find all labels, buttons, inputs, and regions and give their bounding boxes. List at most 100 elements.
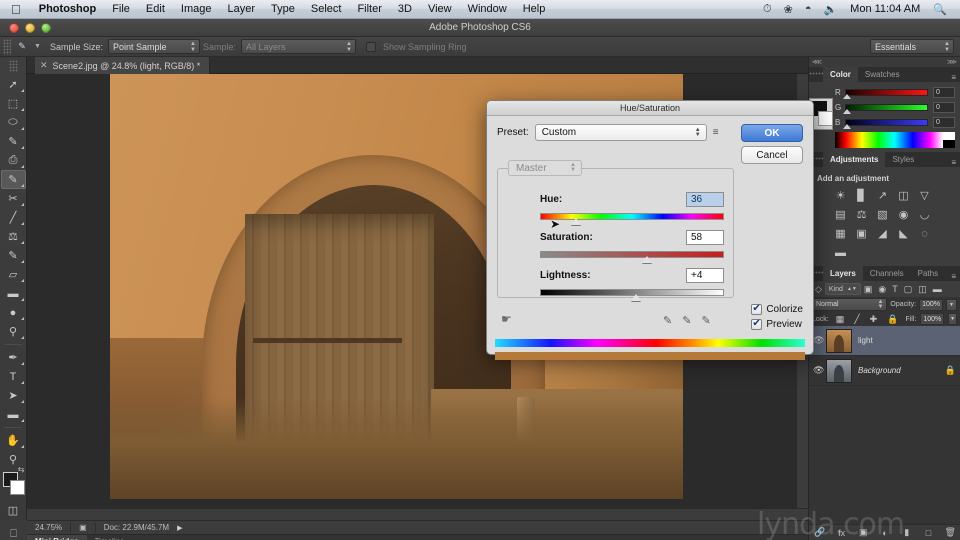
pixel-filter-icon[interactable]: ▣ — [861, 284, 876, 295]
layer-name[interactable]: light — [858, 336, 956, 345]
marquee-tool[interactable]: ⬚ — [1, 94, 26, 113]
panel-collapse-bar[interactable]: ⋘ ⋙ — [809, 57, 960, 67]
photo-filter-icon[interactable]: ◉ — [893, 205, 914, 224]
cancel-button[interactable]: Cancel — [741, 146, 803, 164]
brush-tool[interactable]: ╱ — [1, 208, 26, 227]
show-sampling-ring-checkbox[interactable] — [366, 41, 376, 52]
type-tool[interactable]: T — [1, 367, 26, 386]
menu-item-type[interactable]: Type — [263, 3, 303, 15]
menu-item-view[interactable]: View — [420, 3, 460, 15]
dodge-tool[interactable]: ⚲ — [1, 322, 26, 341]
red-value[interactable]: 0 — [933, 87, 955, 98]
menu-item-edit[interactable]: Edit — [138, 3, 173, 15]
quick-mask-icon[interactable]: ◫ — [1, 501, 26, 520]
new-layer-icon[interactable]: □ — [918, 528, 940, 538]
layer-name[interactable]: Background — [858, 366, 945, 375]
quick-selection-tool[interactable]: ✎ — [1, 132, 26, 151]
blue-slider[interactable] — [843, 119, 928, 129]
swap-colors-icon[interactable]: ⇆ — [18, 465, 25, 474]
saturation-slider-thumb[interactable] — [641, 256, 652, 263]
eraser-tool[interactable]: ▱ — [1, 265, 26, 284]
lasso-tool[interactable]: ⬭ — [1, 113, 26, 132]
history-brush-tool[interactable]: ✎ — [1, 246, 26, 265]
curves-icon[interactable]: ↗ — [872, 186, 893, 205]
menu-item-select[interactable]: Select — [303, 3, 350, 15]
gradient-map-icon[interactable]: ◌ — [914, 224, 935, 243]
volume-icon[interactable]: 🔈 — [817, 3, 843, 16]
tool-preset-chevron-down-icon[interactable]: ▼ — [33, 43, 47, 50]
options-bar-gripper[interactable] — [3, 38, 11, 55]
levels-icon[interactable]: ▊ — [851, 186, 872, 205]
lightness-input[interactable]: +4 — [686, 268, 724, 283]
color-panel-gripper[interactable] — [809, 67, 823, 82]
color-channel-g[interactable]: G 0 — [835, 101, 955, 114]
preview-icon[interactable]: ▣ — [71, 523, 95, 532]
document-tab[interactable]: ✕ Scene2.jpg @ 24.8% (light, RGB/8) * — [35, 57, 211, 74]
eyedropper-icon[interactable]: ✎ — [663, 314, 672, 327]
eyedropper-tool[interactable]: ✎ — [0, 170, 26, 189]
vibrance-icon[interactable]: ▽ — [914, 186, 935, 205]
background-color-swatch[interactable] — [9, 480, 25, 495]
path-selection-tool[interactable]: ➤ — [1, 386, 26, 405]
opacity-stepper[interactable]: ▼ — [946, 298, 957, 311]
shape-filter-icon[interactable]: ▢ — [901, 284, 916, 295]
crop-tool[interactable]: ⎙ — [1, 151, 26, 170]
lightness-slider[interactable] — [540, 289, 724, 301]
close-icon[interactable]: ✕ — [40, 60, 48, 71]
color-lookup-icon[interactable]: ▦ — [830, 224, 851, 243]
color-swatches[interactable]: ⇆ — [1, 465, 26, 497]
pen-tool[interactable]: ✒ — [1, 348, 26, 367]
rectangle-tool[interactable]: ▬ — [1, 405, 26, 424]
collapse-right-icon[interactable]: ⋙ — [947, 58, 957, 66]
colorize-row[interactable]: Colorize — [751, 302, 803, 317]
menu-item-3d[interactable]: 3D — [390, 3, 420, 15]
white-black-strip[interactable] — [943, 132, 955, 148]
move-tool[interactable]: ➚ — [1, 75, 26, 94]
panel-menu-icon[interactable]: ≡ — [951, 158, 960, 167]
eyedropper-icon[interactable]: ✎ — [11, 38, 33, 56]
menu-item-window[interactable]: Window — [460, 3, 515, 15]
type-filter-icon[interactable]: T — [889, 284, 901, 294]
red-slider[interactable] — [843, 89, 928, 99]
brightness-contrast-icon[interactable]: ☀ — [830, 186, 851, 205]
hue-saturation-icon[interactable]: ▤ — [830, 205, 851, 224]
tab-styles[interactable]: Styles — [885, 152, 921, 167]
layer-visibility-icon[interactable]: 👁 — [813, 365, 826, 376]
bluetooth-icon[interactable]: ❀ — [778, 3, 799, 16]
lock-transparency-icon[interactable]: ▦ — [833, 314, 848, 325]
screen-mode-icon[interactable]: ⎕ — [0, 520, 27, 540]
posterize-icon[interactable]: ◢ — [872, 224, 893, 243]
clone-stamp-tool[interactable]: ⚖ — [1, 227, 26, 246]
hand-icon[interactable]: ☛ — [501, 312, 512, 326]
wifi-icon[interactable]: ◓ — [799, 3, 818, 15]
layer-filter-kind-select[interactable]: Kind ▲▼ — [824, 283, 861, 295]
green-slider[interactable] — [843, 104, 928, 114]
filter-toggle-icon[interactable]: ▬ — [930, 284, 945, 294]
hand-tool[interactable]: ✋ — [1, 431, 26, 450]
fill-stepper[interactable]: ▼ — [948, 313, 957, 325]
time-machine-icon[interactable]: ⏱ — [757, 3, 778, 16]
menu-item-image[interactable]: Image — [173, 3, 220, 15]
tab-adjustments[interactable]: Adjustments — [823, 152, 886, 167]
lightness-slider-thumb[interactable] — [630, 294, 641, 301]
table-row[interactable]: 👁 light — [809, 326, 960, 356]
ok-button[interactable]: OK — [741, 124, 803, 142]
menu-bar-clock[interactable]: Mon 11:04 AM — [843, 3, 927, 15]
color-balance-icon[interactable]: ⚖ — [851, 205, 872, 224]
background-color-chip[interactable] — [818, 111, 833, 126]
color-spectrum-ramp[interactable] — [835, 132, 955, 148]
expand-triangle-icon[interactable]: ▶ — [177, 524, 182, 532]
tab-channels[interactable]: Channels — [863, 266, 911, 281]
tab-mini-bridge[interactable]: Mini Bridge — [27, 534, 87, 540]
preview-row[interactable]: Preview — [751, 317, 803, 332]
workspace-switcher[interactable]: Essentials ▲ ▼ — [870, 39, 960, 54]
apple-icon[interactable]:  — [0, 3, 31, 16]
black-white-icon[interactable]: ▧ — [872, 205, 893, 224]
colorize-checkbox[interactable] — [751, 303, 763, 315]
delete-layer-icon[interactable]: 🗑 — [939, 527, 960, 538]
gradient-tool[interactable]: ▬ — [1, 284, 26, 303]
tab-paths[interactable]: Paths — [911, 266, 945, 281]
fill-value[interactable]: 100% — [920, 313, 945, 325]
layer-thumbnail[interactable] — [826, 328, 852, 353]
spot-healing-tool[interactable]: ✂ — [1, 189, 26, 208]
